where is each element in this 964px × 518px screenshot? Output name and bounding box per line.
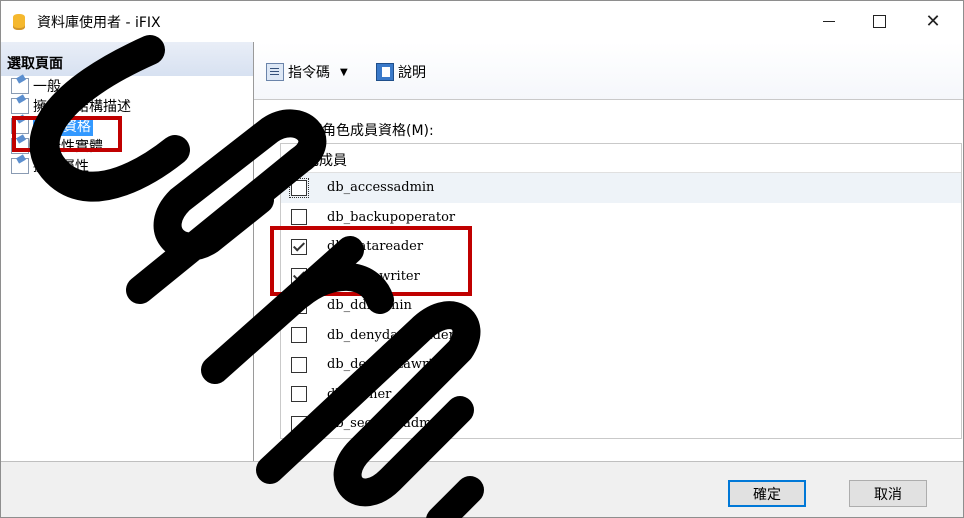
role-name: db_ddladmin: [327, 298, 412, 314]
window-title: 資料庫使用者 - iFIX: [37, 15, 161, 31]
page-icon: [11, 78, 29, 94]
role-row[interactable]: db_owner: [281, 380, 961, 410]
script-button[interactable]: 指令碼 ▼: [266, 62, 348, 82]
minimize-button[interactable]: [805, 1, 853, 42]
page-item-membership[interactable]: 成員資格: [11, 116, 131, 136]
page-item-securables[interactable]: 安全性實體: [11, 136, 131, 156]
cancel-button[interactable]: 取消: [849, 480, 927, 507]
script-icon: [266, 63, 284, 81]
role-rows: db_accessadmin db_backupoperator db_datare…: [281, 173, 961, 438]
page-item-label: 擁有的結構描述: [33, 99, 131, 115]
page-icon: [11, 158, 29, 174]
page-item-label: 一般: [33, 79, 61, 95]
page-selector-title: 選取頁面: [7, 56, 63, 72]
page-item-extended-properties[interactable]: 擴充屬性: [11, 156, 131, 176]
role-row[interactable]: db_accessadmin: [281, 173, 961, 203]
role-checkbox[interactable]: [291, 415, 307, 432]
close-button[interactable]: ✕: [909, 1, 957, 42]
page-item-owned-schemas[interactable]: 擁有的結構描述: [11, 96, 131, 116]
title-bar: 資料庫使用者 - iFIX ✕: [1, 1, 963, 42]
role-checkbox[interactable]: [291, 386, 307, 403]
role-checkbox[interactable]: [291, 297, 307, 314]
page-icon: [11, 118, 29, 134]
page-icon: [11, 98, 29, 114]
help-label: 說明: [398, 65, 426, 81]
minimize-icon: [823, 21, 835, 22]
role-name: db_owner: [327, 386, 392, 402]
maximize-icon: [872, 15, 886, 28]
role-name: db_securityadmin: [327, 416, 445, 432]
script-label: 指令碼: [288, 65, 330, 81]
page-list: 一般 擁有的結構描述 成員資格 安全性實體 擴充屬性: [11, 76, 131, 176]
role-checkbox[interactable]: [291, 238, 307, 255]
role-row[interactable]: db_denydatareader: [281, 321, 961, 351]
role-name: db_datareader: [327, 239, 424, 255]
role-name: db_accessadmin: [327, 180, 435, 196]
page-item-label: 成員資格: [33, 116, 93, 136]
role-row[interactable]: db_denydatawriter: [281, 350, 961, 380]
caret-down-icon[interactable]: ▼: [340, 67, 348, 78]
role-membership-list: 角色成員 db_accessadmin db_backupoperator db_d…: [280, 143, 962, 439]
role-name: db_denydatawriter: [327, 357, 452, 373]
role-checkbox[interactable]: [291, 327, 307, 344]
role-checkbox[interactable]: [291, 209, 307, 226]
ok-button[interactable]: 確定: [728, 480, 806, 507]
role-checkbox[interactable]: [291, 268, 307, 285]
maximize-button[interactable]: [855, 1, 903, 42]
column-header-label: 角色成員: [291, 153, 347, 169]
page-icon: [11, 138, 29, 154]
close-icon: ✕: [925, 11, 941, 32]
role-checkbox[interactable]: [289, 177, 309, 198]
dialog-window: 資料庫使用者 - iFIX ✕ 選取頁面 一般 擁有的結構描述 成員資格 安全性…: [0, 0, 964, 518]
role-checkbox[interactable]: [291, 356, 307, 373]
column-header: 角色成員: [281, 144, 961, 173]
page-item-general[interactable]: 一般: [11, 76, 131, 96]
membership-panel: 資料庫角色成員資格(M): 角色成員 db_accessadmin db_back…: [254, 99, 963, 462]
dialog-footer: 確定 取消: [1, 461, 963, 517]
role-name: db_datawriter: [327, 268, 420, 284]
page-item-label: 擴充屬性: [33, 159, 89, 175]
page-item-label: 安全性實體: [33, 139, 103, 155]
role-membership-label: 資料庫角色成員資格(M):: [280, 123, 434, 139]
page-selector-pane: 選取頁面 一般 擁有的結構描述 成員資格 安全性實體 擴充屬性: [1, 42, 254, 461]
toolbar: 指令碼 ▼ 說明: [254, 42, 963, 99]
role-name: db_denydatareader: [327, 327, 455, 343]
role-row[interactable]: db_securityadmin: [281, 409, 961, 438]
role-row[interactable]: db_datawriter: [281, 262, 961, 292]
role-row[interactable]: db_datareader: [281, 232, 961, 262]
database-icon: [13, 14, 25, 30]
help-button[interactable]: 說明: [376, 62, 426, 82]
role-row[interactable]: db_ddladmin: [281, 291, 961, 321]
help-icon: [376, 63, 394, 81]
role-row[interactable]: db_backupoperator: [281, 203, 961, 233]
role-name: db_backupoperator: [327, 209, 456, 225]
page-selector-header: 選取頁面: [1, 42, 253, 76]
